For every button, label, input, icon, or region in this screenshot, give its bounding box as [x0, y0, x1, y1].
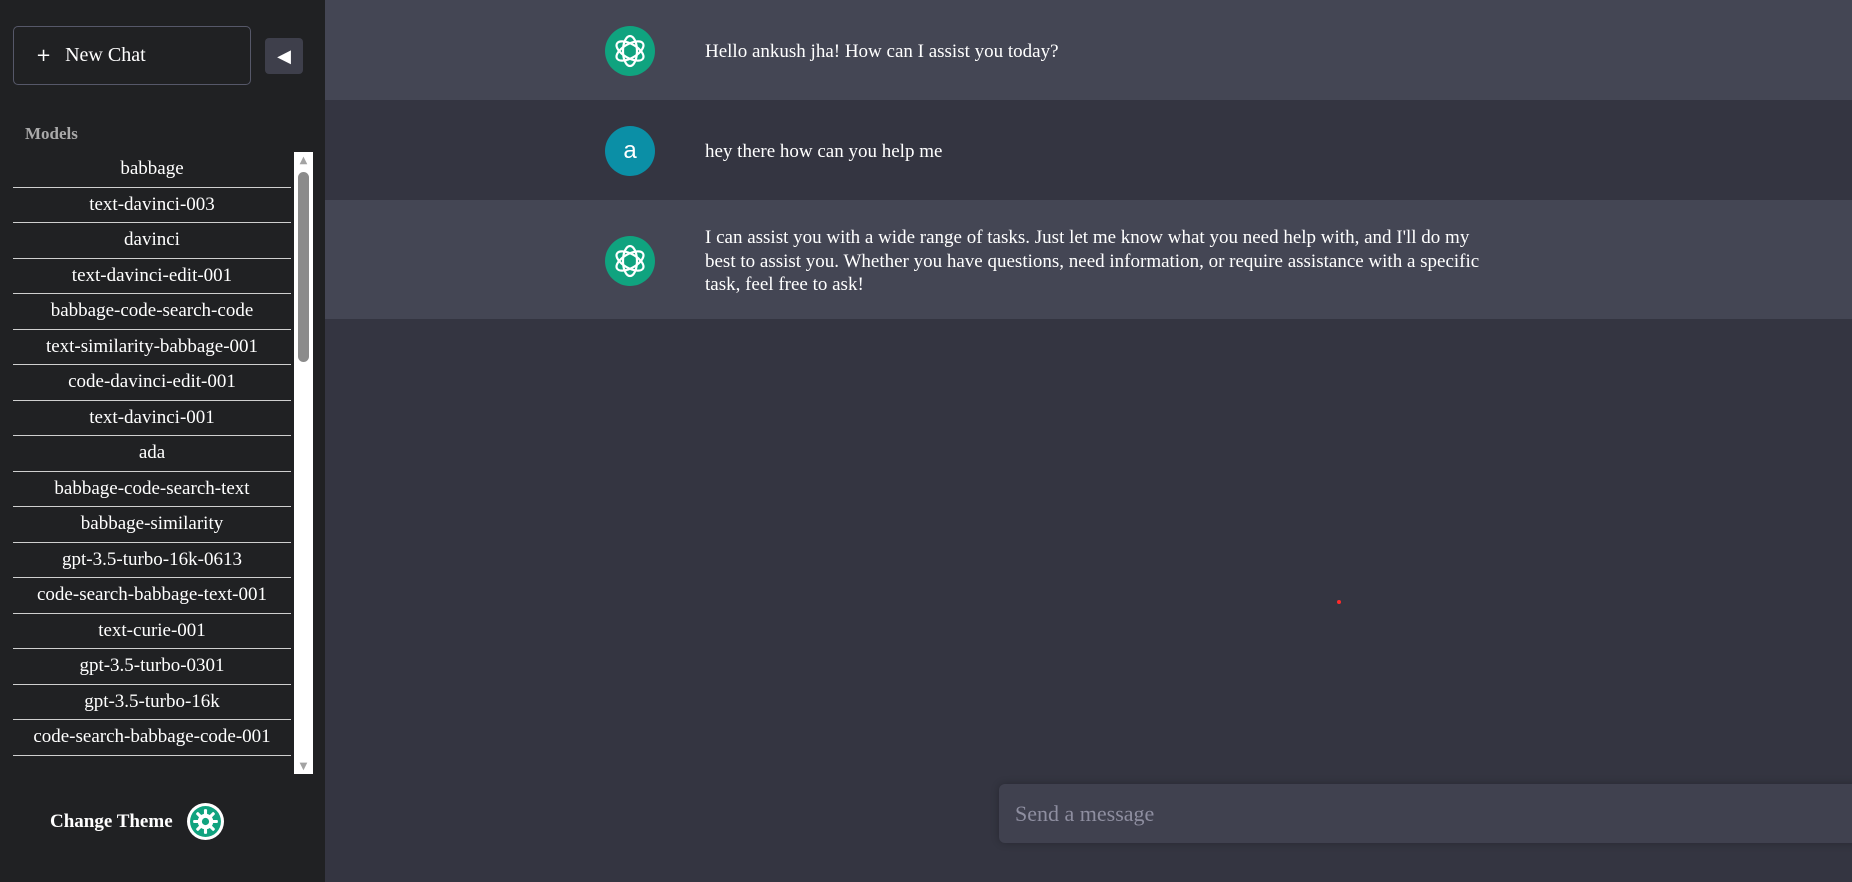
model-item[interactable]: code-davinci-edit-001 [13, 365, 291, 401]
new-chat-button[interactable]: + New Chat [13, 26, 251, 85]
model-item[interactable]: text-curie-001 [13, 614, 291, 649]
model-list-scrollbar[interactable]: ▲ ▼ [294, 152, 313, 774]
model-item[interactable]: gpt-3.5-turbo-16k-0613 [13, 543, 291, 578]
scroll-thumb[interactable] [298, 172, 309, 362]
model-item[interactable]: gpt-3.5-turbo-0301 [13, 649, 291, 685]
user-avatar: a [605, 126, 655, 176]
change-theme-label: Change Theme [50, 810, 173, 832]
model-item[interactable]: babbage-code-search-text [13, 472, 291, 507]
model-list[interactable]: babbage text-davinci-003 davinci text-da… [13, 152, 291, 774]
model-item[interactable]: code-search-babbage-code-001 [13, 720, 291, 756]
model-item[interactable]: ada [13, 436, 291, 472]
model-item[interactable]: babbage-code-search-code [13, 294, 291, 330]
chat-area: Hello ankush jha! How can I assist you t… [325, 0, 1852, 882]
assistant-message: I can assist you with a wide range of ta… [325, 200, 1852, 319]
new-chat-label: New Chat [65, 44, 146, 66]
message-input[interactable] [999, 784, 1852, 843]
scroll-down-arrow-icon[interactable]: ▼ [294, 758, 313, 774]
change-theme-button[interactable] [186, 803, 224, 840]
model-item[interactable]: text-davinci-003 [13, 188, 291, 223]
message-text: Hello ankush jha! How can I assist you t… [705, 41, 1059, 62]
user-message: a hey there how can you help me [325, 100, 1852, 200]
assistant-message: Hello ankush jha! How can I assist you t… [325, 0, 1852, 100]
gear-icon [189, 806, 221, 837]
model-item[interactable]: text-similarity-babbage-001 [13, 330, 291, 365]
model-item[interactable]: babbage [13, 152, 291, 188]
model-item[interactable]: code-search-babbage-text-001 [13, 578, 291, 614]
plus-icon: + [36, 45, 52, 66]
model-item[interactable]: gpt-3.5-turbo-16k [13, 685, 291, 720]
collapse-sidebar-button[interactable]: ◀ [265, 38, 303, 74]
message-text: hey there how can you help me [705, 141, 943, 162]
change-theme-row: Change Theme [50, 803, 224, 840]
openai-logo-icon [605, 236, 655, 286]
message-input-container[interactable] [999, 784, 1852, 843]
cursor-dot [1337, 600, 1341, 604]
openai-logo-icon [605, 26, 655, 76]
sidebar: + New Chat ◀ Models babbage text-davinci… [0, 0, 325, 882]
model-item[interactable]: text-davinci-edit-001 [13, 259, 291, 294]
models-heading: Models [25, 124, 78, 143]
model-item[interactable]: babbage-similarity [13, 507, 291, 543]
triangle-left-icon: ◀ [277, 45, 291, 67]
scroll-up-arrow-icon[interactable]: ▲ [294, 152, 313, 168]
model-item[interactable]: davinci [13, 223, 291, 259]
message-text: I can assist you with a wide range of ta… [705, 227, 1480, 295]
model-item[interactable]: text-davinci-001 [13, 401, 291, 436]
